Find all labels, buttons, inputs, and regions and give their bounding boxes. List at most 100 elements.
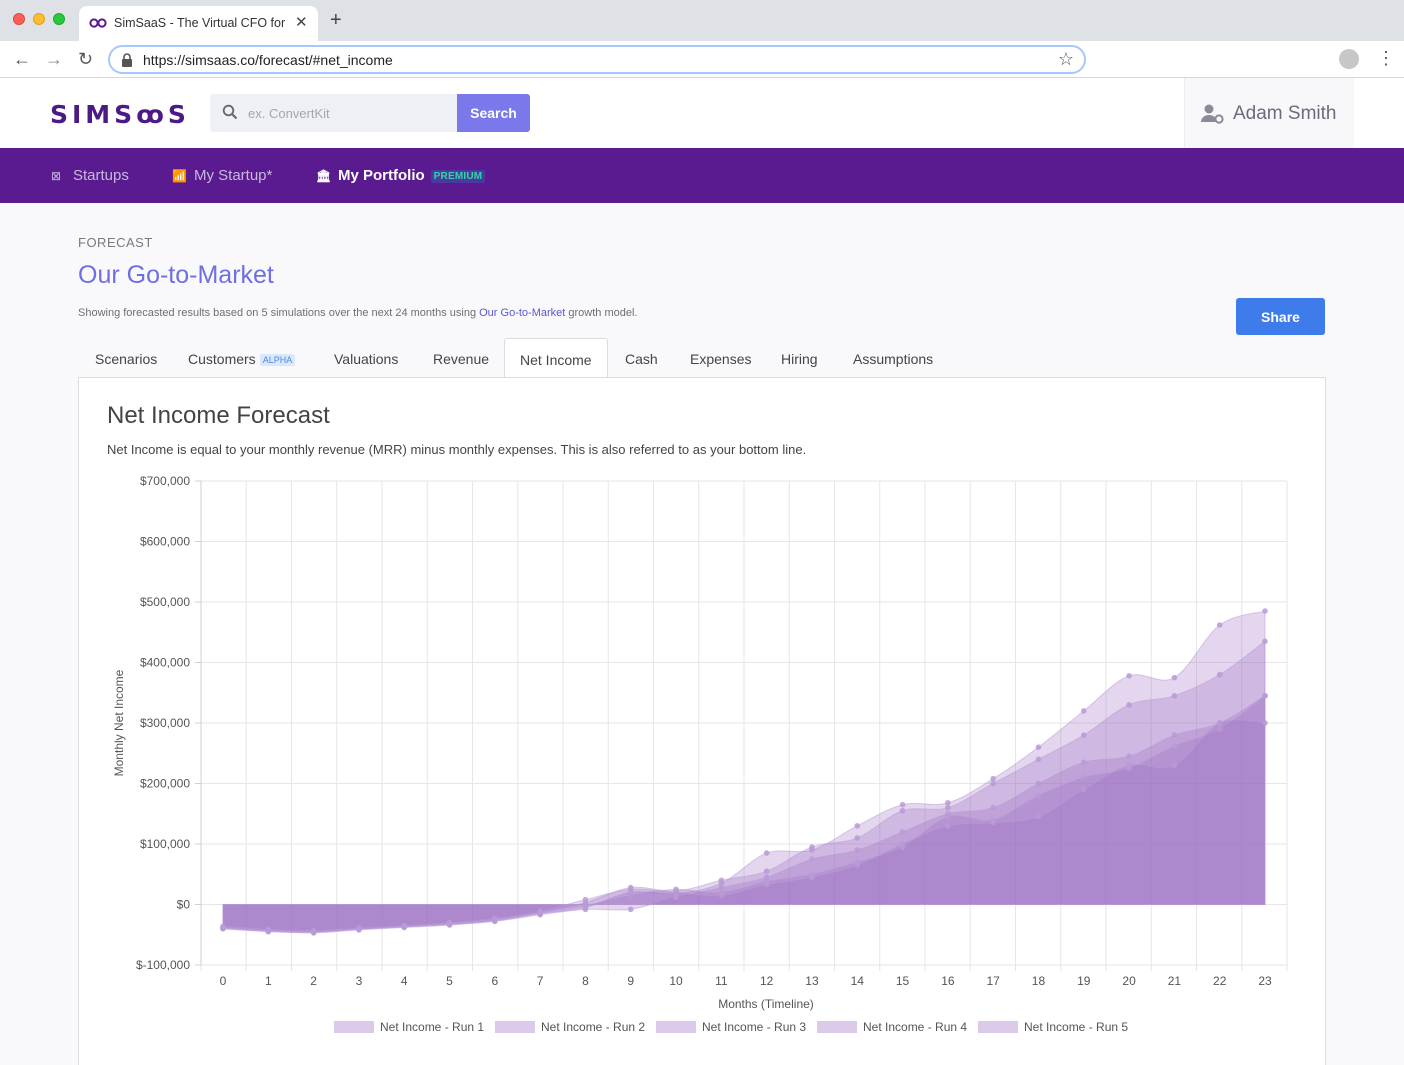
- data-point-run-5: [1171, 762, 1178, 769]
- data-point-run-5: [673, 889, 679, 896]
- nav-item-label: My Portfolio: [338, 167, 425, 184]
- tab-hiring[interactable]: Hiring: [781, 351, 818, 367]
- y-tick-label: $-100,000: [136, 958, 190, 972]
- alpha-badge: ALPHA: [259, 354, 296, 367]
- browser-profile-avatar[interactable]: [1339, 49, 1359, 69]
- data-point-run-1: [1080, 708, 1087, 714]
- nav-item-startups[interactable]: ⊠ Startups: [51, 167, 129, 184]
- data-point-run-3: [673, 894, 679, 901]
- data-point-run-4: [1035, 792, 1042, 799]
- bookmark-star-icon[interactable]: ☆: [1058, 49, 1074, 70]
- browser-menu-icon[interactable]: ⋮: [1377, 48, 1395, 68]
- user-menu[interactable]: Adam Smith: [1184, 78, 1354, 148]
- x-tick-label: 21: [1168, 974, 1182, 988]
- legend-swatch-run-4: [817, 1021, 857, 1033]
- data-point-run-5: [1262, 720, 1268, 726]
- data-point-run-1: [854, 823, 861, 829]
- page-eyebrow: FORECAST: [78, 235, 153, 250]
- data-point-run-2: [899, 807, 906, 814]
- data-point-run-4: [1171, 743, 1178, 749]
- premium-badge: PREMIUM: [430, 169, 486, 183]
- data-point-run-5: [763, 881, 770, 888]
- data-point-run-2: [718, 877, 725, 884]
- nav-item-my-startup[interactable]: 📶 My Startup*: [172, 167, 272, 184]
- x-tick-label: 9: [627, 974, 634, 988]
- x-tick-label: 7: [537, 974, 544, 988]
- bank-icon: 🏛: [316, 169, 332, 183]
- nav-item-label: My Startup*: [194, 167, 273, 184]
- share-button[interactable]: Share: [1236, 298, 1325, 335]
- legend-label-run-4: Net Income - Run 4: [863, 1020, 967, 1034]
- new-tab-button[interactable]: +: [330, 10, 342, 30]
- data-point-run-5: [718, 892, 725, 899]
- legend-swatch-run-3: [656, 1021, 696, 1033]
- data-point-run-4: [582, 902, 589, 909]
- y-tick-label: $200,000: [140, 777, 190, 791]
- data-point-run-5: [582, 896, 589, 903]
- tab-net-income[interactable]: Net Income: [504, 338, 608, 379]
- tab-label: Revenue: [433, 351, 490, 367]
- data-point-run-1: [1262, 608, 1268, 614]
- x-tick-label: 13: [805, 974, 819, 988]
- x-tick-label: 2: [310, 974, 317, 988]
- forward-button[interactable]: →: [45, 49, 63, 69]
- x-tick-label: 3: [356, 974, 363, 988]
- search-button[interactable]: Search: [457, 94, 530, 132]
- data-point-run-5: [899, 841, 906, 847]
- data-point-run-5: [809, 874, 815, 881]
- grid-icon: ⊠: [51, 169, 62, 183]
- x-tick-label: 1: [265, 974, 272, 988]
- tab-expenses[interactable]: Expenses: [690, 351, 751, 367]
- data-point-run-2: [1126, 702, 1132, 708]
- x-tick-label: 23: [1258, 974, 1272, 988]
- simsaas-logo[interactable]: SIMSꝏS: [50, 100, 190, 129]
- x-tick-label: 15: [896, 974, 910, 988]
- browser-toolbar: ← → ↻ https://simsaas.co/forecast/#net_i…: [0, 41, 1404, 78]
- y-tick-label: $400,000: [140, 656, 190, 670]
- data-point-run-3: [1035, 780, 1042, 787]
- subtitle-suffix: growth model.: [565, 307, 638, 319]
- app-header: SIMSꝏS Search Adam Smith: [0, 78, 1404, 148]
- x-tick-label: 10: [669, 974, 683, 988]
- data-point-run-2: [763, 868, 770, 875]
- tab-assumptions[interactable]: Assumptions: [853, 351, 933, 367]
- data-point-run-1: [1171, 674, 1178, 681]
- tab-label: Valuations: [334, 351, 399, 367]
- data-point-run-3: [627, 906, 634, 913]
- search-input[interactable]: [248, 103, 448, 123]
- minimize-window-button[interactable]: [33, 13, 45, 25]
- legend-swatch-run-5: [978, 1021, 1018, 1033]
- maximize-window-button[interactable]: [53, 13, 65, 25]
- data-point-run-1: [990, 775, 996, 782]
- search-icon: [222, 104, 238, 120]
- tab-label: Assumptions: [853, 351, 934, 367]
- back-button[interactable]: ←: [13, 49, 31, 69]
- address-bar[interactable]: https://simsaas.co/forecast/#net_income …: [108, 45, 1086, 74]
- close-window-button[interactable]: [13, 13, 25, 25]
- data-point-run-5: [537, 908, 543, 914]
- reload-button[interactable]: ↻: [78, 49, 93, 69]
- data-point-run-3: [809, 856, 815, 862]
- data-point-run-5: [1216, 720, 1223, 726]
- tab-customers[interactable]: Customers ALPHA: [188, 351, 296, 367]
- data-point-run-4: [1216, 726, 1223, 732]
- data-point-run-5: [854, 862, 861, 868]
- x-tick-label: 18: [1032, 974, 1046, 988]
- tab-label: Customers: [188, 351, 256, 367]
- data-point-run-5: [1080, 786, 1087, 793]
- data-point-run-2: [990, 780, 996, 787]
- x-tick-label: 8: [582, 974, 589, 988]
- nav-item-my-portfolio[interactable]: 🏛 My Portfolio PREMIUM: [316, 167, 486, 184]
- main-navigation: ⊠ Startups 📶 My Startup* 🏛 My Portfolio PREM…: [0, 148, 1404, 203]
- growth-model-link[interactable]: Our Go-to-Market: [479, 307, 565, 319]
- simsaas-favicon-icon: [89, 18, 107, 28]
- tab-valuations[interactable]: Valuations: [334, 351, 398, 367]
- x-tick-label: 11: [715, 974, 728, 988]
- tab-cash[interactable]: Cash: [625, 351, 658, 367]
- tab-revenue[interactable]: Revenue: [433, 351, 489, 367]
- browser-tab[interactable]: SimSaaS - The Virtual CFO for ✕: [79, 6, 318, 41]
- tab-scenarios[interactable]: Scenarios: [95, 351, 157, 367]
- browser-tab-bar: SimSaaS - The Virtual CFO for ✕ +: [0, 0, 1404, 41]
- close-tab-icon[interactable]: ✕: [295, 13, 308, 31]
- data-point-run-5: [220, 923, 226, 930]
